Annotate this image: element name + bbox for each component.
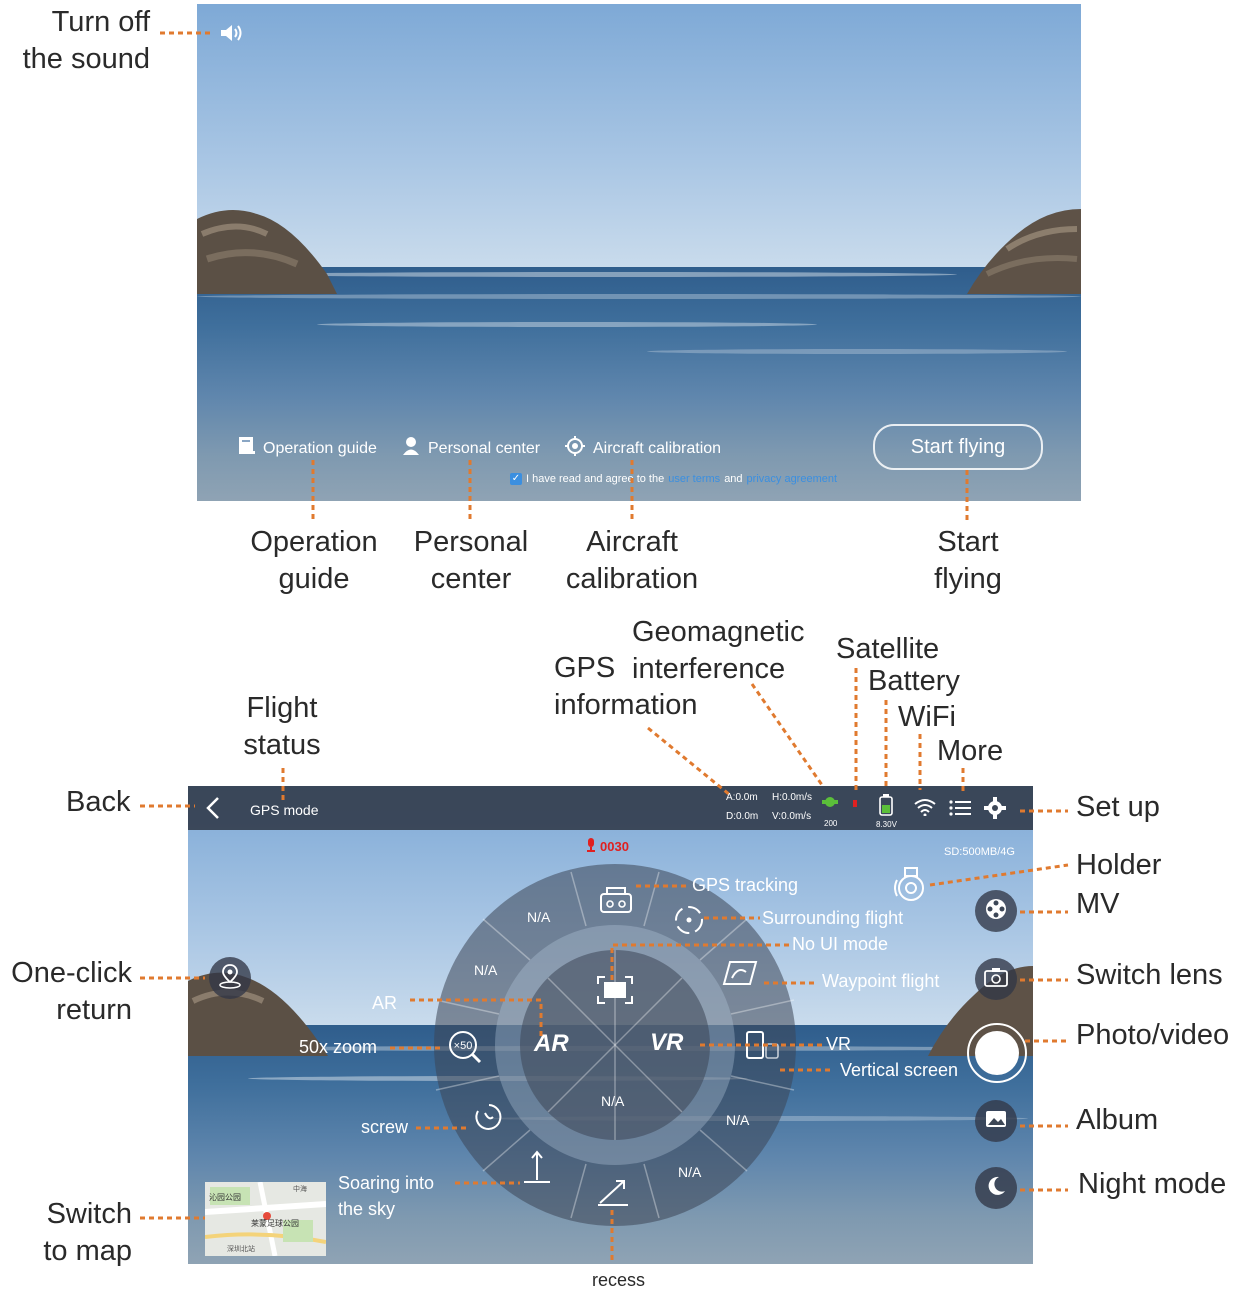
crosshair-icon [565,436,585,461]
map-place-3: 莱蒙足球公园 [251,1219,299,1228]
na-label-2[interactable]: N/A [474,962,497,978]
return-home-icon [217,963,243,994]
return-home-button[interactable] [209,957,251,999]
annot-turn-off-sound: Turn off the sound [22,6,150,75]
vr-button[interactable]: VR [650,1029,683,1057]
soaring-label: Soaring into the sky [338,1173,435,1219]
annot-one-click-return: One-click return [11,957,132,1026]
ar-button[interactable]: AR [534,1030,569,1058]
speaker-icon[interactable] [219,24,243,47]
annot-battery: Battery [868,665,960,697]
waypoint-flight-label: Waypoint flight [822,971,940,991]
user-terms-link[interactable]: user terms [668,473,720,485]
no-ui-mode-label: No UI mode [792,934,889,954]
zoom-label: 50x zoom [299,1037,378,1057]
annot-night-mode: Night mode [1078,1168,1227,1200]
remote-icon[interactable] [599,886,633,919]
annot-personal-center: Personal center [413,526,529,595]
na-label-5[interactable]: N/A [678,1164,701,1180]
agree-prefix: I have read and agree to the [526,473,665,485]
zoom-icon[interactable]: ×50 [447,1029,483,1070]
annot-geomagnetic-interference: Geomagnetic interference [632,616,805,685]
shutter-button[interactable] [967,1023,1027,1083]
gps-tracking-label: GPS tracking [692,875,799,895]
shutter-icon [975,1031,1019,1075]
book-icon [237,436,257,461]
map-place-2: 中海 [293,1186,307,1193]
orbit-icon[interactable] [673,904,705,941]
annot-aircraft-calibration: Aircraft calibration [565,526,699,595]
personal-center-label: Personal center [428,439,541,457]
switch-lens-button[interactable] [975,958,1017,1000]
annot-switch-to-map: Switch to map [43,1198,132,1267]
na-label-1[interactable]: N/A [527,909,550,925]
annot-wifi: WiFi [898,701,956,733]
moon-icon [985,1175,1007,1202]
aircraft-calibration-label: Aircraft calibration [593,439,722,457]
zoom-badge: ×50 [454,1040,473,1052]
operation-guide-label: Operation guide [263,439,377,457]
personal-center-link[interactable]: Personal center [402,436,540,461]
waypoint-icon[interactable] [722,960,758,991]
na-label-3[interactable]: N/A [601,1093,624,1109]
annot-photo-video: Photo/video [1076,1019,1230,1051]
rocks-left [197,210,337,294]
spiral-icon[interactable] [473,1101,505,1138]
map-place-1: 沁园公园 [209,1193,241,1202]
and-text: and [724,473,743,485]
annot-set-up: Set up [1076,791,1160,823]
checkbox-icon[interactable]: ✓ [510,473,522,485]
mv-button[interactable] [975,890,1017,932]
surrounding-flight-label: Surrounding flight [762,908,904,928]
night-mode-button[interactable] [975,1167,1017,1209]
annot-back: Back [66,786,131,818]
album-icon [985,1110,1007,1133]
start-flying-label: Start flying [910,435,1006,458]
ar-label: AR [372,993,398,1013]
annot-holder: Holder [1076,849,1162,881]
operation-guide-link[interactable]: Operation guide [237,436,377,461]
annot-album: Album [1076,1104,1159,1136]
rocks-right [967,209,1081,294]
camera-switch-icon [984,967,1008,992]
screw-label: screw [361,1117,409,1137]
annot-more: More [937,735,1004,767]
annot-start-flying: Start flying [934,526,1002,595]
rise-icon[interactable] [522,1150,552,1191]
annot-switch-lens: Switch lens [1076,959,1223,991]
map-place-4: 深圳北站 [227,1246,255,1253]
diagonal-icon[interactable] [596,1177,630,1212]
home-screen: Operation guide Personal center Aircraft… [197,4,1081,501]
agreement-row: ✓ I have read and agree to the user term… [510,473,837,485]
start-flying-button[interactable]: Start flying [873,424,1043,470]
annot-mv: MV [1076,888,1120,920]
vr-label: VR [826,1034,852,1054]
privacy-agreement-link[interactable]: privacy agreement [747,473,838,485]
person-icon [402,436,422,461]
vertical-screen-label: Vertical screen [840,1060,959,1080]
annot-flight-status: Flight status [243,692,321,761]
gimbal-icon[interactable] [891,866,931,909]
annot-operation-guide: Operation guide [250,526,378,595]
album-button[interactable] [975,1100,1017,1142]
fullscreen-icon[interactable] [597,976,633,1009]
film-reel-icon [984,897,1008,926]
flight-screen: GPS mode A:0.0m D:0.0m H:0.0m/s V:0.0m/s… [188,786,1033,1264]
map-thumbnail[interactable]: 沁园公园 中海 莱蒙足球公园 深圳北站 [205,1182,326,1256]
na-label-4[interactable]: N/A [726,1112,749,1128]
phone-rotate-icon[interactable] [744,1030,780,1065]
aircraft-calibration-link[interactable]: Aircraft calibration [565,436,721,461]
